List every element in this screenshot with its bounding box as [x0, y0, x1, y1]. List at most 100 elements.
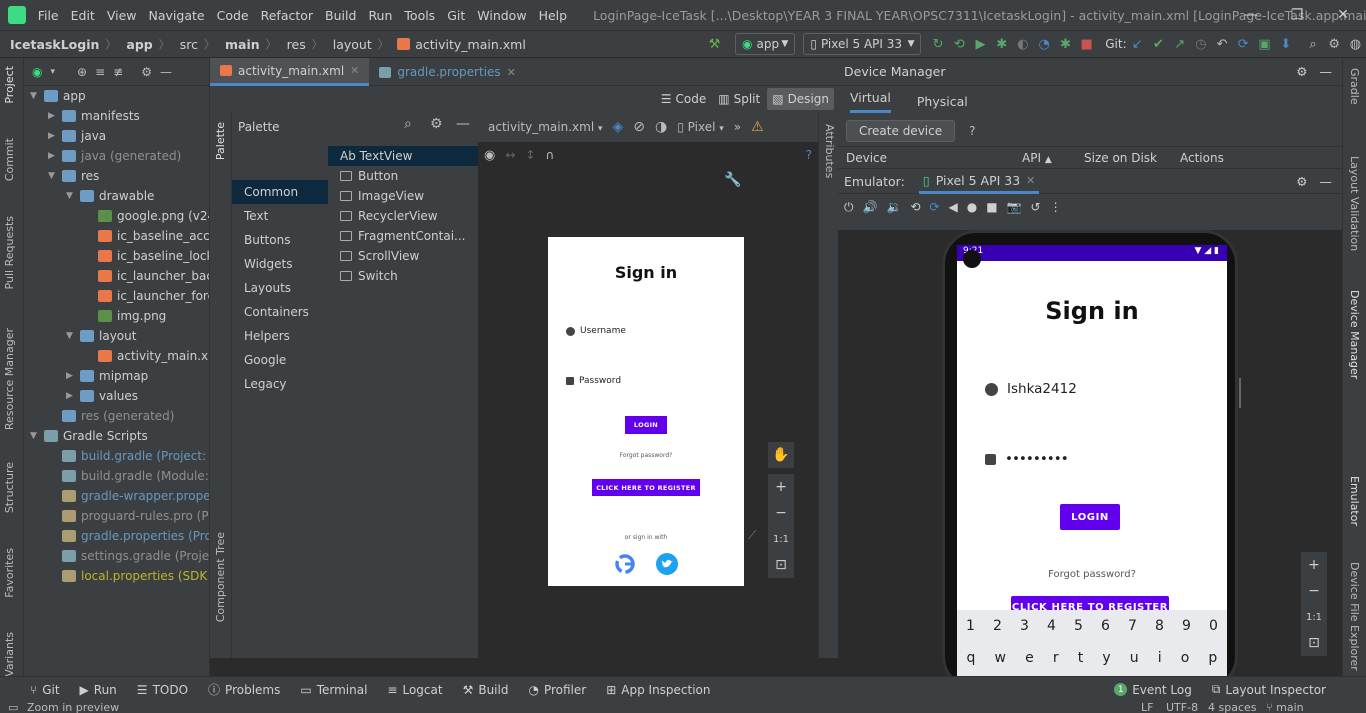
tree-item[interactable]: gradle.properties (Projec	[48, 526, 209, 546]
keyboard-key[interactable]: w	[995, 650, 1006, 666]
palette-item[interactable]: Button	[328, 166, 478, 186]
keyboard-key[interactable]: 3	[1020, 618, 1029, 634]
layout-preview[interactable]: Sign in Username Password LOGIN Forgot p…	[548, 237, 744, 586]
help-icon[interactable]: ?	[969, 124, 975, 138]
keyboard-key[interactable]: u	[1130, 650, 1139, 666]
horizontal-constraint-icon[interactable]: ↔	[505, 148, 515, 162]
git-commit-icon[interactable]: ✔	[1148, 33, 1169, 55]
menu-git[interactable]: Git	[441, 8, 471, 23]
menu-edit[interactable]: Edit	[65, 8, 101, 23]
column-size[interactable]: Size on Disk	[1076, 151, 1172, 165]
emulator-zoom-actual-button[interactable]: 1:1	[1301, 604, 1327, 630]
keyboard-key[interactable]: o	[1181, 650, 1190, 666]
phone-side-button[interactable]	[1239, 378, 1241, 408]
tool-problems[interactable]: ⓘ Problems	[198, 681, 290, 698]
tree-item[interactable]: ▼ app	[30, 86, 86, 106]
gear-icon[interactable]: ⚙	[430, 116, 443, 132]
rerun-icon[interactable]: ↻	[927, 33, 948, 55]
warning-icon[interactable]: ⚠	[751, 119, 764, 135]
zoom-out-button[interactable]: −	[768, 500, 794, 526]
git-update-icon[interactable]: ↙	[1127, 33, 1148, 55]
palette-item[interactable]: ImageView	[328, 186, 478, 206]
zoom-actual-button[interactable]: 1:1	[768, 526, 794, 552]
tree-item[interactable]: ▶ java	[48, 126, 106, 146]
tool-tab-component-tree[interactable]: Component Tree	[214, 532, 227, 622]
menu-navigate[interactable]: Navigate	[143, 8, 211, 23]
tree-item[interactable]: build.gradle (Project: Lo	[48, 446, 209, 466]
account-icon[interactable]: ◍	[1345, 33, 1366, 55]
tool-tab-palette[interactable]: Palette	[214, 122, 227, 160]
git-history-icon[interactable]: ◷	[1190, 33, 1211, 55]
close-icon[interactable]: ✕	[1320, 0, 1366, 30]
tool-tab-pull-requests[interactable]: Pull Requests	[3, 216, 16, 289]
phone-screen[interactable]: 9:21 ▼ ◢ ▮ Sign in Ishka2412 ••••••••• L…	[957, 245, 1227, 685]
zoom-in-button[interactable]: +	[768, 474, 794, 500]
emulator-forgot-password[interactable]: Forgot password?	[957, 569, 1227, 580]
breadcrumb-src[interactable]: src	[170, 37, 200, 52]
magnet-icon[interactable]: ∩	[545, 148, 554, 162]
layers-icon[interactable]: ◈	[613, 119, 624, 135]
tab-gradle-properties[interactable]: gradle.properties ✕	[369, 58, 526, 86]
more-options-icon[interactable]: ⋮	[1050, 200, 1062, 214]
hide-icon[interactable]: —	[1320, 64, 1333, 79]
pan-icon[interactable]: ✋	[768, 442, 794, 468]
tool-event-log[interactable]: 1 Event Log	[1104, 683, 1202, 697]
chevron-right-icon[interactable]: ▶	[48, 131, 62, 141]
tool-tab-device-manager[interactable]: Device Manager	[1348, 290, 1361, 379]
column-device[interactable]: Device	[838, 151, 1014, 165]
volume-down-icon[interactable]: 🔉	[886, 200, 901, 214]
tab-activity-main[interactable]: activity_main.xml ✕	[210, 58, 370, 86]
emulator-tab[interactable]: ▯ Pixel 5 API 33 ✕	[918, 169, 1040, 194]
preview-forgot-password[interactable]: Forgot password?	[548, 452, 744, 459]
tree-item[interactable]: ▶ java (generated)	[48, 146, 181, 166]
tool-tab-commit[interactable]: Commit	[3, 138, 16, 181]
chevron-right-icon[interactable]: ▶	[48, 111, 62, 121]
tool-tab-favorites[interactable]: Favorites	[3, 548, 16, 598]
tool-terminal[interactable]: ▭ Terminal	[290, 683, 377, 697]
palette-category[interactable]: Text	[232, 204, 328, 228]
tree-item[interactable]: ▼ drawable	[66, 186, 154, 206]
palette-category[interactable]: Common	[232, 180, 328, 204]
keyboard-key[interactable]: i	[1158, 650, 1162, 666]
restore-icon[interactable]: ❐	[1274, 0, 1320, 30]
android-view-icon[interactable]: ◉	[32, 65, 42, 79]
resize-handle-icon[interactable]: ⟋	[748, 528, 756, 543]
device-select[interactable]: ▯ Pixel 5 API 33 ▼	[803, 33, 922, 55]
tool-git[interactable]: ⑂ Git	[0, 683, 70, 697]
tool-tab-resource-manager[interactable]: Resource Manager	[3, 328, 16, 430]
keyboard-key[interactable]: 8	[1155, 618, 1164, 634]
tool-tab-variants[interactable]: Variants	[3, 632, 16, 677]
tab-physical[interactable]: Physical	[917, 94, 968, 109]
column-api[interactable]: API ▲	[1014, 151, 1076, 165]
power-icon[interactable]: ⏻	[844, 200, 854, 215]
gear-icon[interactable]: ⚙	[141, 65, 152, 79]
tool-tab-structure[interactable]: Structure	[3, 462, 16, 513]
menu-help[interactable]: Help	[533, 8, 574, 23]
locate-icon[interactable]: ⊕	[77, 65, 87, 79]
menu-window[interactable]: Window	[471, 8, 532, 23]
palette-category[interactable]: Google	[232, 348, 328, 372]
tool-profiler[interactable]: ◔ Profiler	[518, 683, 596, 697]
preview-login-button[interactable]: LOGIN	[625, 416, 667, 434]
close-tab-icon[interactable]: ✕	[507, 66, 516, 79]
close-tab-icon[interactable]: ✕	[1026, 174, 1035, 187]
palette-category[interactable]: Layouts	[232, 276, 328, 300]
create-device-button[interactable]: Create device	[846, 120, 956, 142]
tree-item[interactable]: res (generated)	[48, 406, 174, 426]
git-push-icon[interactable]: ↗	[1169, 33, 1190, 55]
keyboard-key[interactable]: e	[1025, 650, 1034, 666]
palette-category[interactable]: Widgets	[232, 252, 328, 276]
overview-icon[interactable]: ■	[986, 200, 997, 214]
back-icon[interactable]: ◀	[949, 200, 958, 214]
indent-setting[interactable]: 4 spaces	[1208, 702, 1257, 713]
tool-run[interactable]: ▶ Run	[70, 683, 127, 697]
chevron-down-icon[interactable]: ▼	[66, 331, 80, 341]
minimize-icon[interactable]: —	[1228, 0, 1274, 30]
preview-password-field[interactable]: Password	[566, 376, 621, 386]
file-encoding[interactable]: UTF-8	[1166, 702, 1198, 713]
hide-icon[interactable]: —	[1320, 174, 1333, 189]
tree-item[interactable]: ic_launcher_foreg	[84, 286, 209, 306]
google-icon[interactable]	[614, 553, 636, 575]
keyboard-key[interactable]: 7	[1128, 618, 1137, 634]
tool-tab-gradle[interactable]: Gradle	[1348, 68, 1361, 105]
